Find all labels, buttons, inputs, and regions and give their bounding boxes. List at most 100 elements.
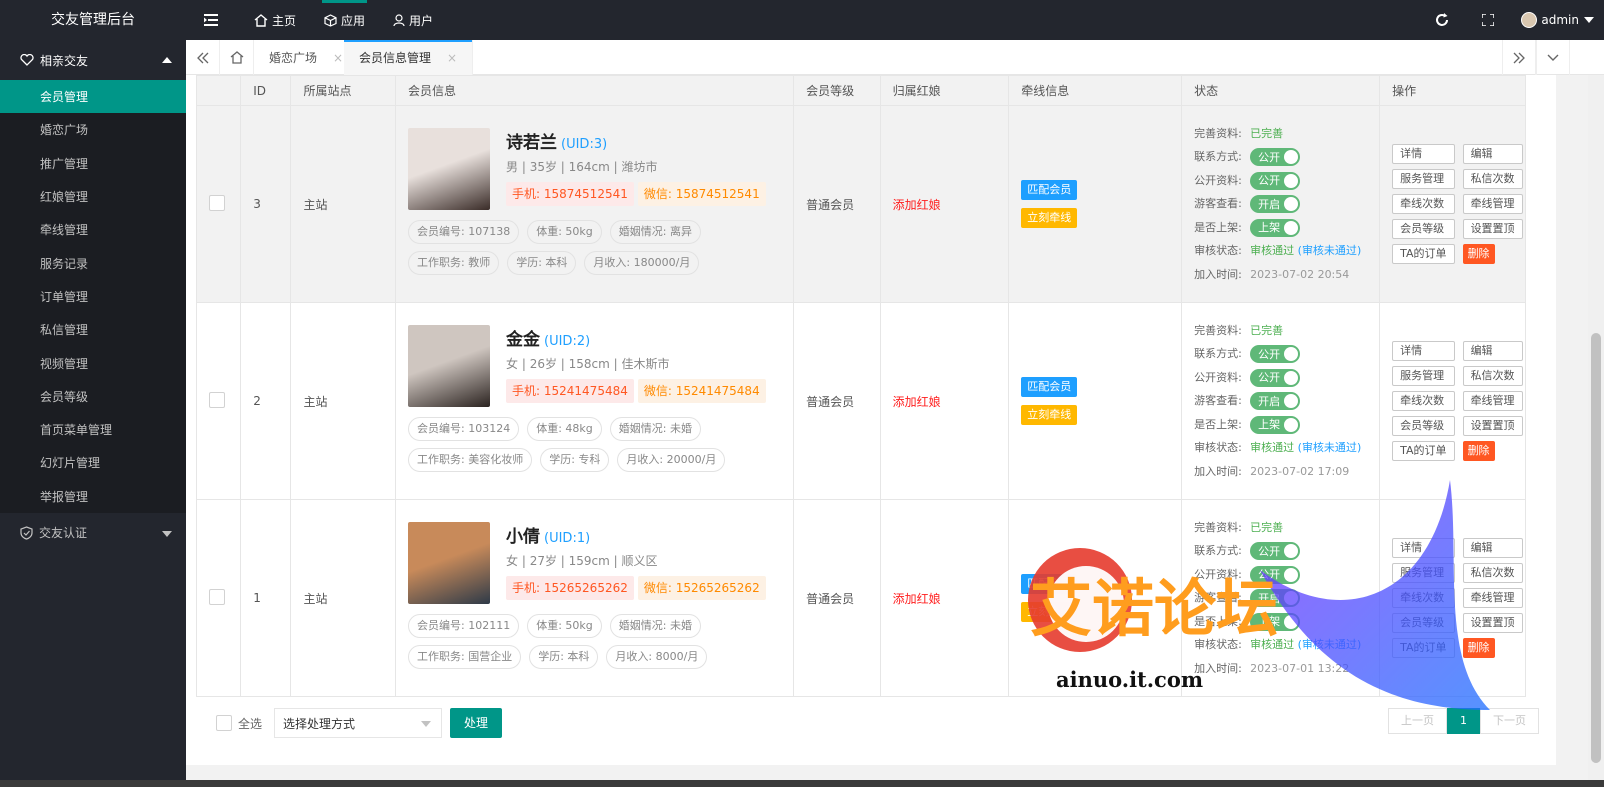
audit-pass-link[interactable]: 审核通过 bbox=[1250, 638, 1294, 651]
link-now-button[interactable]: 立刻牵线 bbox=[1021, 405, 1078, 425]
sidebar-group-verify[interactable]: 交友认证 bbox=[0, 513, 186, 553]
select-all-checkbox[interactable] bbox=[216, 715, 232, 731]
public-toggle[interactable]: 公开 bbox=[1250, 565, 1301, 584]
delete-button[interactable]: 删除 bbox=[1462, 638, 1495, 658]
guest-toggle[interactable]: 开启 bbox=[1250, 589, 1301, 608]
shelf-toggle[interactable]: 上架 bbox=[1250, 415, 1301, 434]
link-count-button[interactable]: 牵线次数 bbox=[1392, 391, 1455, 411]
prev-page-button[interactable]: 上一页 bbox=[1388, 708, 1447, 734]
nav-home[interactable]: 主页 bbox=[240, 0, 310, 40]
add-matchmaker-link[interactable]: 添加红娘 bbox=[893, 198, 941, 212]
sidebar-group-dating[interactable]: 相亲交友 bbox=[0, 40, 186, 80]
guest-toggle[interactable]: 开启 bbox=[1250, 195, 1301, 214]
public-toggle[interactable]: 公开 bbox=[1250, 171, 1301, 190]
audit-reject-link[interactable]: 审核未通过 bbox=[1302, 244, 1357, 257]
delete-button[interactable]: 删除 bbox=[1462, 441, 1495, 461]
shelf-toggle[interactable]: 上架 bbox=[1250, 218, 1301, 237]
next-page-button[interactable]: 下一页 bbox=[1480, 708, 1539, 734]
sidebar-item-videos[interactable]: 视频管理 bbox=[0, 346, 186, 380]
edit-button[interactable]: 编辑 bbox=[1462, 341, 1523, 361]
sidebar-item-levels[interactable]: 会员等级 bbox=[0, 379, 186, 413]
link-manage-button[interactable]: 牵线管理 bbox=[1462, 194, 1523, 214]
fullscreen-icon[interactable] bbox=[1465, 0, 1511, 40]
link-count-button[interactable]: 牵线次数 bbox=[1392, 588, 1455, 608]
sidebar-item-matchmaker[interactable]: 红娘管理 bbox=[0, 179, 186, 214]
sidebar-item-members[interactable]: 会员管理 bbox=[0, 80, 186, 114]
audit-reject-link[interactable]: 审核未通过 bbox=[1302, 441, 1357, 454]
page-number[interactable]: 1 bbox=[1447, 708, 1480, 734]
scrollbar-thumb[interactable] bbox=[1591, 333, 1601, 763]
audit-pass-link[interactable]: 审核通过 bbox=[1250, 441, 1294, 454]
add-matchmaker-link[interactable]: 添加红娘 bbox=[893, 592, 941, 606]
link-now-button[interactable]: 立刻牵线 bbox=[1021, 208, 1078, 228]
detail-button[interactable]: 详情 bbox=[1392, 144, 1455, 164]
audit-reject-link[interactable]: 审核未通过 bbox=[1302, 638, 1357, 651]
tabs-prev-icon[interactable] bbox=[186, 40, 220, 75]
sidebar-item-promotion[interactable]: 推广管理 bbox=[0, 146, 186, 180]
batch-action-select[interactable]: 选择处理方式 bbox=[274, 708, 443, 738]
match-member-button[interactable]: 匹配会员 bbox=[1021, 574, 1078, 594]
sidebar-item-reports[interactable]: 举报管理 bbox=[0, 479, 186, 513]
member-level-button[interactable]: 会员等级 bbox=[1392, 613, 1455, 633]
sidebar-item-service[interactable]: 服务记录 bbox=[0, 246, 186, 280]
delete-button[interactable]: 删除 bbox=[1462, 244, 1495, 264]
add-matchmaker-link[interactable]: 添加红娘 bbox=[893, 395, 941, 409]
service-button[interactable]: 服务管理 bbox=[1392, 563, 1455, 583]
tab-member-info[interactable]: 会员信息管理 × bbox=[344, 40, 474, 75]
match-member-button[interactable]: 匹配会员 bbox=[1021, 377, 1078, 397]
contact-toggle[interactable]: 公开 bbox=[1250, 148, 1301, 167]
sidebar-item-link[interactable]: 牵线管理 bbox=[0, 213, 186, 247]
message-count-button[interactable]: 私信次数 bbox=[1462, 169, 1523, 189]
member-photo[interactable] bbox=[408, 128, 491, 210]
detail-button[interactable]: 详情 bbox=[1392, 538, 1455, 558]
public-toggle[interactable]: 公开 bbox=[1250, 368, 1301, 387]
link-count-button[interactable]: 牵线次数 bbox=[1392, 194, 1455, 214]
sidebar-item-messages[interactable]: 私信管理 bbox=[0, 313, 186, 347]
scrollbar[interactable] bbox=[1588, 75, 1604, 787]
set-top-button[interactable]: 设置置顶 bbox=[1462, 416, 1523, 436]
set-top-button[interactable]: 设置置顶 bbox=[1462, 219, 1523, 239]
tab-home-icon[interactable] bbox=[220, 40, 254, 75]
orders-button[interactable]: TA的订单 bbox=[1392, 638, 1455, 658]
refresh-icon[interactable] bbox=[1419, 0, 1465, 40]
row-checkbox[interactable] bbox=[209, 194, 225, 211]
row-checkbox[interactable] bbox=[209, 588, 225, 605]
service-button[interactable]: 服务管理 bbox=[1392, 169, 1455, 189]
row-checkbox[interactable] bbox=[209, 391, 225, 408]
detail-button[interactable]: 详情 bbox=[1392, 341, 1455, 361]
sidebar-item-orders[interactable]: 订单管理 bbox=[0, 279, 186, 314]
edit-button[interactable]: 编辑 bbox=[1462, 144, 1523, 164]
edit-button[interactable]: 编辑 bbox=[1462, 538, 1523, 558]
contact-toggle[interactable]: 公开 bbox=[1250, 345, 1301, 364]
close-icon[interactable]: × bbox=[333, 51, 343, 65]
orders-button[interactable]: TA的订单 bbox=[1392, 441, 1455, 461]
message-count-button[interactable]: 私信次数 bbox=[1462, 563, 1523, 583]
sidebar-item-square[interactable]: 婚恋广场 bbox=[0, 113, 186, 147]
match-member-button[interactable]: 匹配会员 bbox=[1021, 180, 1078, 200]
close-icon[interactable]: × bbox=[447, 51, 457, 65]
member-photo[interactable] bbox=[408, 522, 491, 604]
guest-toggle[interactable]: 开启 bbox=[1250, 392, 1301, 411]
process-button[interactable]: 处理 bbox=[450, 708, 503, 738]
member-level-button[interactable]: 会员等级 bbox=[1392, 219, 1455, 239]
link-manage-button[interactable]: 牵线管理 bbox=[1462, 588, 1523, 608]
contact-toggle[interactable]: 公开 bbox=[1250, 542, 1301, 561]
nav-apps[interactable]: 应用 bbox=[310, 0, 379, 40]
tabs-menu-icon[interactable] bbox=[1536, 40, 1570, 75]
user-menu[interactable]: admin bbox=[1521, 12, 1594, 28]
member-level-button[interactable]: 会员等级 bbox=[1392, 416, 1455, 436]
service-button[interactable]: 服务管理 bbox=[1392, 366, 1455, 386]
nav-users[interactable]: 用户 bbox=[379, 0, 447, 40]
shelf-toggle[interactable]: 上架 bbox=[1250, 612, 1301, 631]
member-photo[interactable] bbox=[408, 325, 491, 407]
sidebar-item-slides[interactable]: 幻灯片管理 bbox=[0, 446, 186, 480]
set-top-button[interactable]: 设置置顶 bbox=[1462, 613, 1523, 633]
link-now-button[interactable]: 立刻牵线 bbox=[1021, 602, 1078, 622]
audit-pass-link[interactable]: 审核通过 bbox=[1250, 244, 1294, 257]
tabs-next-icon[interactable] bbox=[1502, 40, 1536, 75]
sidebar-toggle-icon[interactable] bbox=[200, 0, 222, 40]
message-count-button[interactable]: 私信次数 bbox=[1462, 366, 1523, 386]
sidebar-item-home-menu[interactable]: 首页菜单管理 bbox=[0, 412, 186, 447]
link-manage-button[interactable]: 牵线管理 bbox=[1462, 391, 1523, 411]
orders-button[interactable]: TA的订单 bbox=[1392, 244, 1455, 264]
